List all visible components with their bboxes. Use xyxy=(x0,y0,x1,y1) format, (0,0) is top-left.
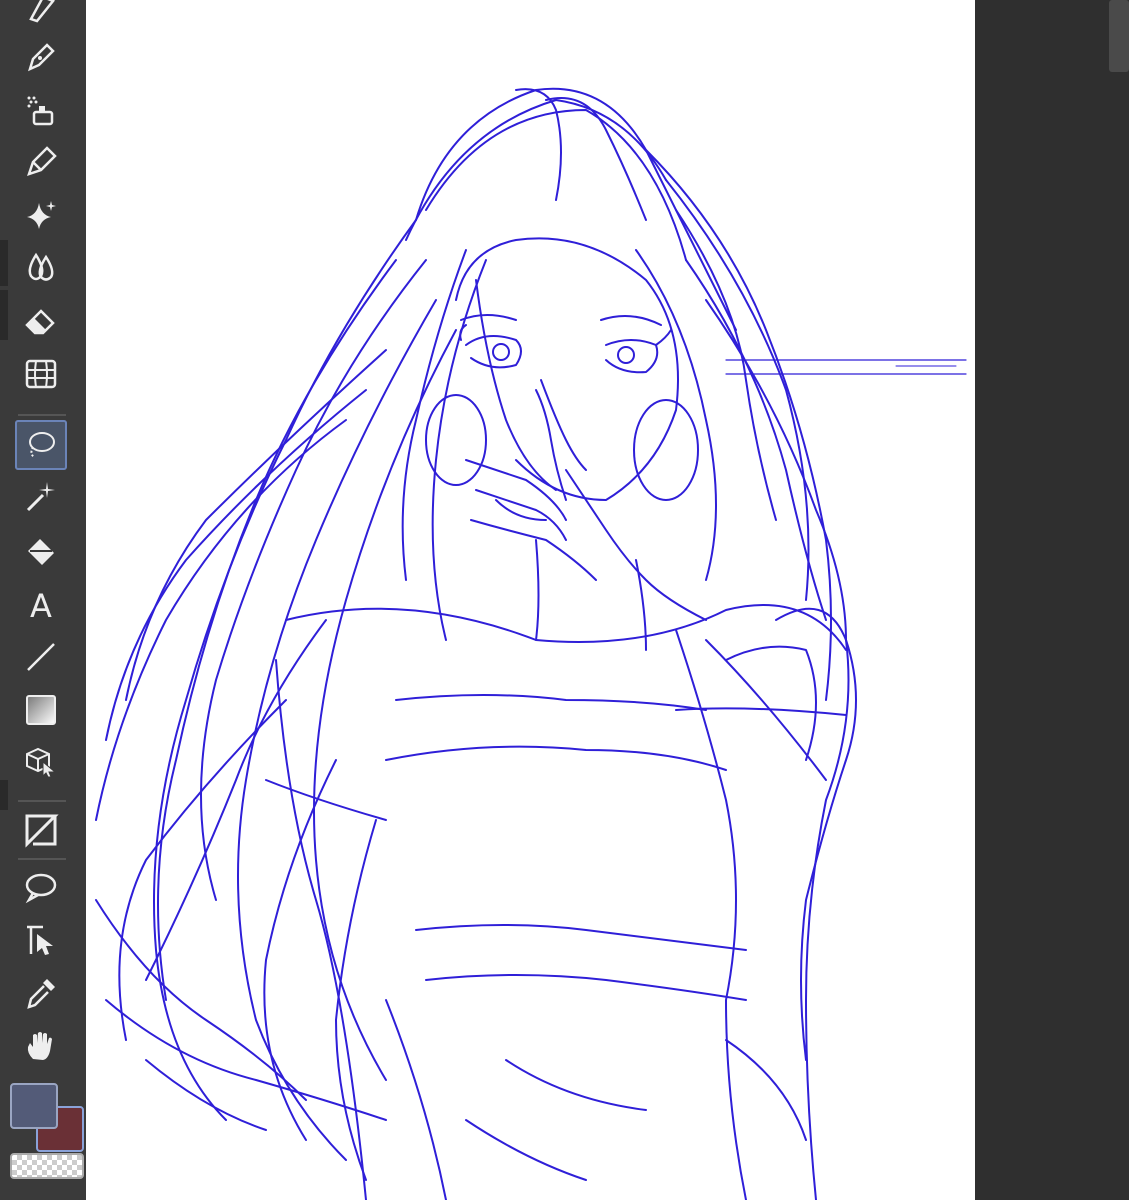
hand-icon[interactable] xyxy=(15,1020,67,1070)
main-color-swatch[interactable] xyxy=(10,1083,58,1129)
eyedropper-icon[interactable] xyxy=(15,968,67,1018)
clip-studio-window: A xyxy=(0,0,1129,1200)
paint-bucket-icon[interactable] xyxy=(15,526,67,576)
right-panel xyxy=(975,0,1129,1200)
decoration-pen-icon[interactable] xyxy=(15,137,67,187)
line-tool-icon[interactable] xyxy=(15,632,67,682)
sketch-artwork xyxy=(95,87,967,1200)
blend-drops-icon[interactable] xyxy=(15,242,67,292)
magic-wand-icon[interactable] xyxy=(15,471,67,521)
gradient-icon[interactable] xyxy=(15,685,67,735)
panel-scrollbar[interactable] xyxy=(1109,0,1129,72)
pen-nib-icon[interactable] xyxy=(15,0,67,34)
correct-line-icon[interactable] xyxy=(15,915,67,965)
frame-border-icon[interactable] xyxy=(15,805,67,855)
eraser-icon[interactable] xyxy=(15,296,67,346)
text-tool-icon[interactable]: A xyxy=(15,580,67,630)
pen-icon[interactable] xyxy=(15,32,67,82)
transparent-color-swatch[interactable] xyxy=(10,1153,84,1179)
toolbar-separator xyxy=(18,414,66,416)
mesh-transform-icon[interactable] xyxy=(15,349,67,399)
toolbar-separator xyxy=(18,858,66,860)
palette-edge xyxy=(0,290,8,340)
text-tool-glyph: A xyxy=(30,587,52,623)
toolbar-separator xyxy=(18,800,66,802)
tool-palette: A xyxy=(0,0,86,1200)
palette-edge xyxy=(0,780,8,810)
speech-balloon-icon[interactable] xyxy=(15,862,67,912)
sparkle-icon[interactable] xyxy=(15,190,67,240)
3d-object-icon[interactable] xyxy=(15,737,67,787)
lasso-select-icon[interactable] xyxy=(15,420,67,470)
palette-edge xyxy=(0,240,8,286)
airbrush-icon[interactable] xyxy=(15,85,67,135)
drawing-canvas[interactable] xyxy=(86,0,975,1200)
